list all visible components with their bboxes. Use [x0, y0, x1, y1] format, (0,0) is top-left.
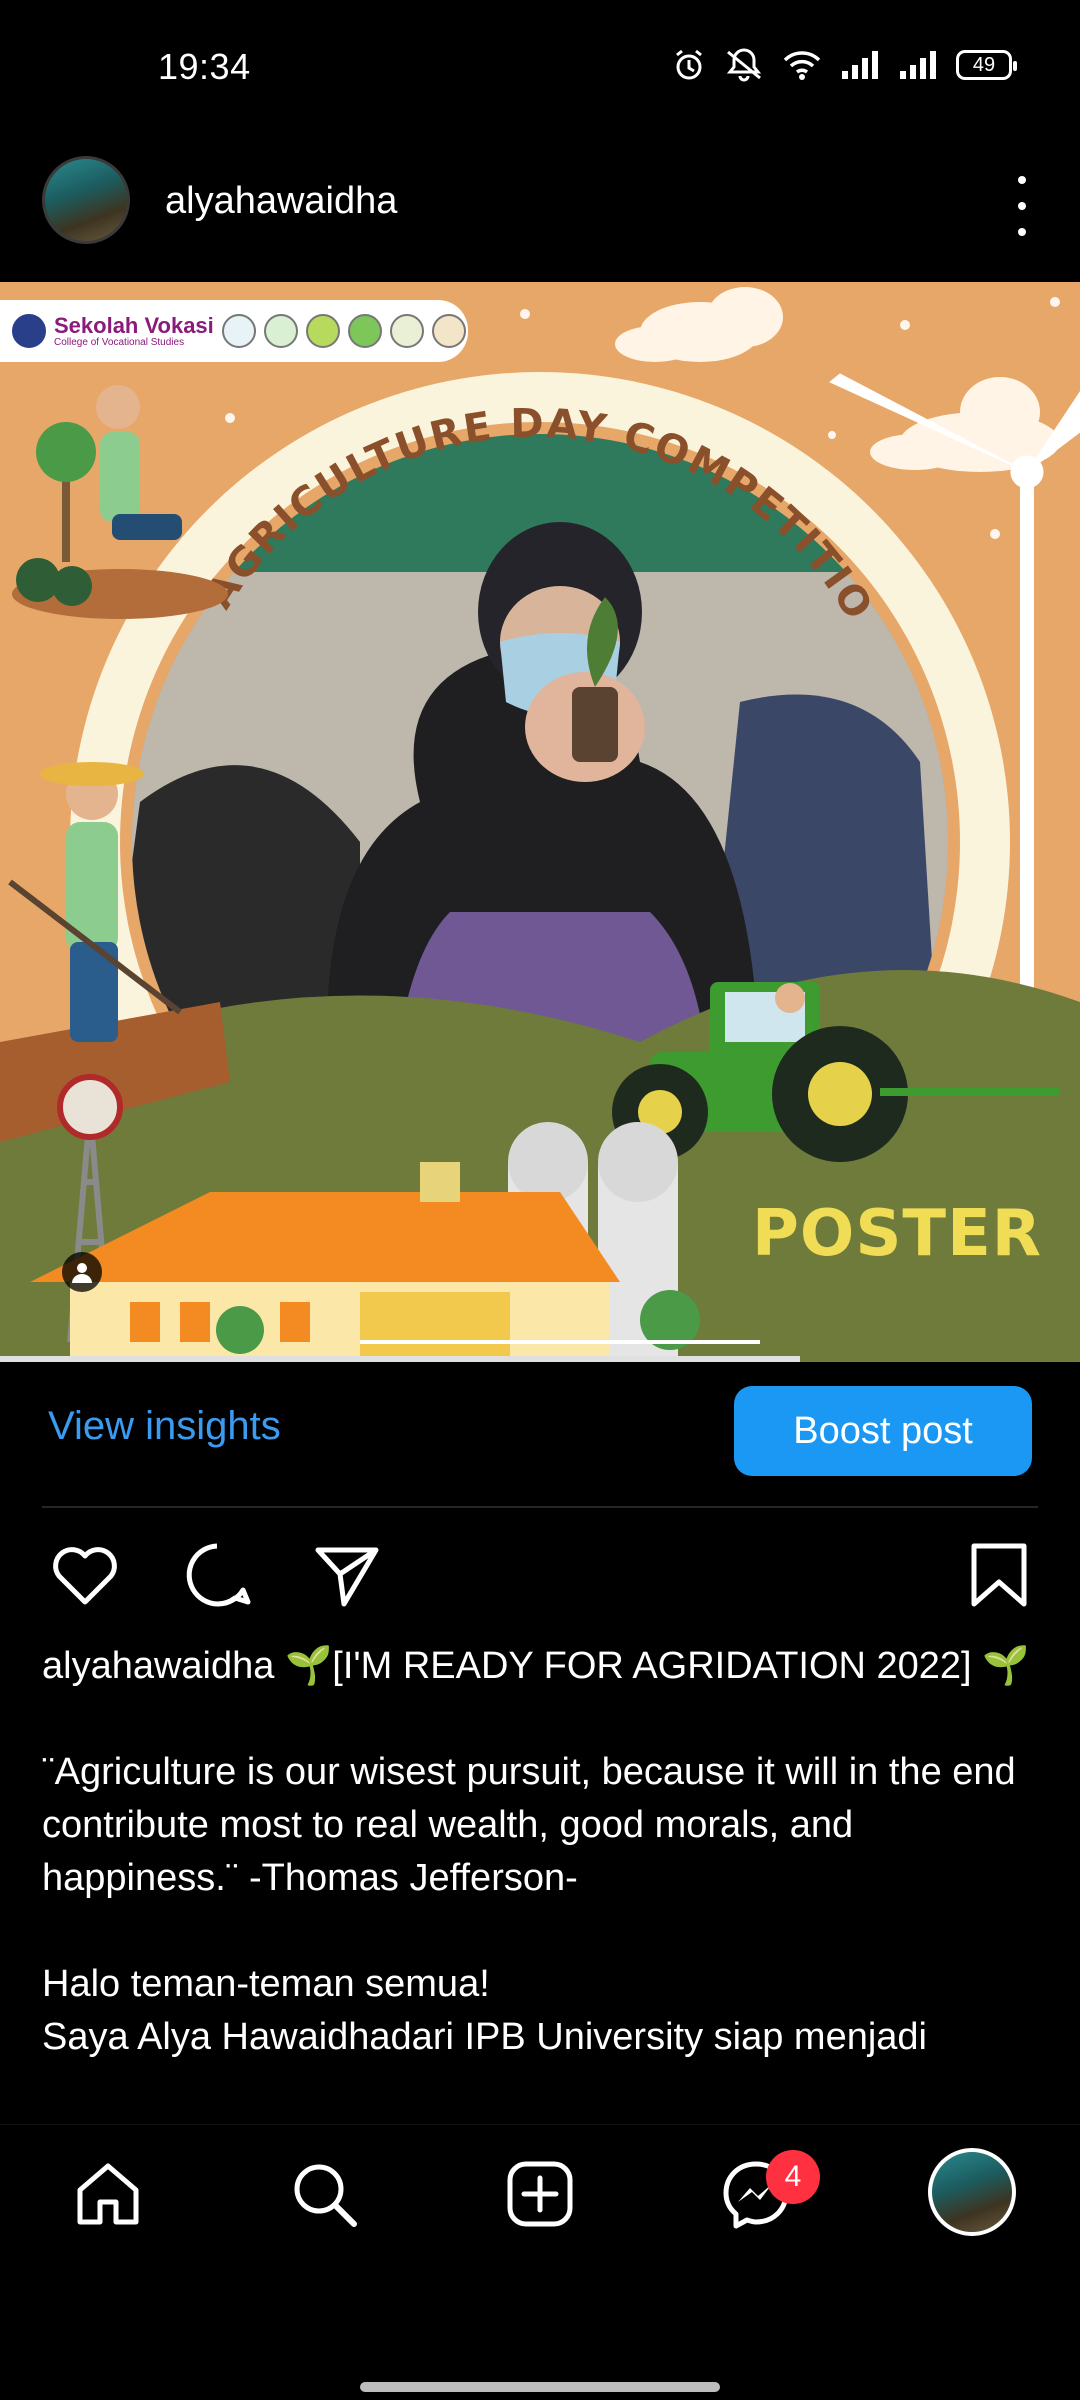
partner-logo [305, 314, 340, 348]
post-image[interactable]: AGRICULTURE DAY COMPETITION 2022 [0, 282, 1080, 1362]
search-icon[interactable] [288, 2158, 360, 2230]
logo-text-block: Sekolah Vokasi College of Vocational Stu… [54, 312, 214, 348]
share-send-icon[interactable] [310, 1538, 384, 1612]
save-bookmark-icon[interactable] [962, 1538, 1036, 1612]
post-author-avatar[interactable] [42, 156, 130, 244]
caption-line-1: Halo teman-teman semua! [42, 1963, 490, 2005]
dot [1018, 176, 1026, 184]
like-heart-icon[interactable] [48, 1538, 122, 1612]
university-logo [12, 314, 46, 348]
messenger-unread-badge: 4 [766, 2150, 820, 2204]
partner-logo [431, 314, 466, 348]
boost-post-button[interactable]: Boost post [734, 1386, 1032, 1476]
dot [1018, 228, 1026, 236]
post-username[interactable]: alyahawaidha [165, 180, 397, 223]
create-post-icon[interactable] [504, 2158, 576, 2230]
more-options-button[interactable] [1004, 176, 1040, 236]
divider [42, 1506, 1038, 1508]
logo-subtitle: College of Vocational Studies [54, 336, 185, 348]
caption-line-2: Saya Alya Hawaidhadari IPB University si… [42, 2016, 927, 2058]
profile-avatar[interactable] [928, 2148, 1016, 2236]
logo-title: Sekolah Vokasi [54, 312, 214, 338]
status-icons: 49 [672, 48, 1017, 82]
home-icon[interactable] [72, 2158, 144, 2230]
caption-heading: alyahawaidha 🌱[I'M READY FOR AGRIDATION … [42, 1640, 1042, 1693]
status-time: 19:34 [158, 46, 251, 87]
dot [1018, 202, 1026, 210]
view-insights-link[interactable]: View insights [48, 1404, 281, 1449]
logo-strip: Sekolah Vokasi College of Vocational Stu… [0, 300, 468, 362]
mute-icon [726, 48, 762, 82]
home-indicator[interactable] [360, 2382, 720, 2392]
caption-title: 🌱[I'M READY FOR AGRIDATION 2022] 🌱 [274, 1645, 1030, 1687]
caption-quote: ¨Agriculture is our wisest pursuit, beca… [42, 1751, 1016, 1899]
partner-logo [221, 314, 256, 348]
partner-logo [263, 314, 298, 348]
post-caption: alyahawaidha 🌱[I'M READY FOR AGRIDATION … [42, 1640, 1042, 2064]
partner-logo [347, 314, 382, 348]
comment-icon[interactable] [180, 1538, 254, 1612]
alarm-icon [676, 49, 702, 80]
signal-icon [900, 51, 936, 79]
poster-label: POSTER [752, 1197, 1043, 1271]
signal-icon [842, 51, 878, 79]
wifi-icon [783, 51, 821, 80]
caption-username[interactable]: alyahawaidha [42, 1645, 274, 1687]
partner-logo [389, 314, 424, 348]
battery-indicator: 49 [956, 50, 1017, 80]
user-tag-icon[interactable] [62, 1252, 102, 1292]
